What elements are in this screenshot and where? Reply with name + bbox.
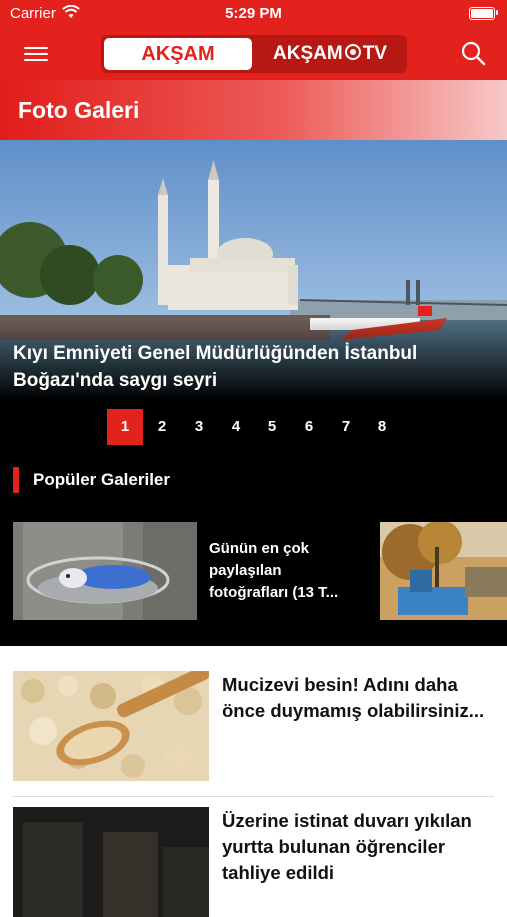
search-icon[interactable] bbox=[460, 40, 486, 66]
popular-gallery-thumb bbox=[13, 522, 197, 620]
hero-caption: Kıyı Emniyeti Genel Müdürlüğünden İstanb… bbox=[13, 343, 418, 391]
status-bar: Carrier 5:29 PM bbox=[0, 0, 507, 28]
news-list-item[interactable]: Mucizevi besin! Adını daha önce duymamış… bbox=[0, 648, 507, 781]
popular-gallery-card[interactable]: Günün en çok paylaşılan fotoğrafları (13… bbox=[13, 522, 373, 620]
top-navbar: AKŞAM AKŞAM TV bbox=[0, 28, 507, 80]
tv-logo-icon bbox=[344, 44, 361, 60]
aksam-tv-label: AKŞAM bbox=[273, 43, 343, 64]
clock: 5:29 PM bbox=[225, 5, 282, 22]
tv-label: TV bbox=[362, 43, 387, 64]
page-title: Foto Galeri bbox=[18, 97, 140, 123]
menu-icon[interactable] bbox=[24, 43, 48, 63]
hero-slide[interactable]: Kıyı Emniyeti Genel Müdürlüğünden İstanb… bbox=[0, 140, 507, 400]
page-8-button[interactable]: 8 bbox=[364, 409, 400, 445]
popular-galleries-label: Popüler Galeriler bbox=[33, 470, 170, 489]
section-header: Foto Galeri bbox=[0, 80, 507, 140]
page-3-button[interactable]: 3 bbox=[181, 409, 217, 445]
battery-icon bbox=[469, 7, 495, 20]
page-4-button[interactable]: 4 bbox=[218, 409, 254, 445]
news-thumb bbox=[13, 807, 209, 917]
page-2-button[interactable]: 2 bbox=[144, 409, 180, 445]
heading-accent-bar bbox=[13, 467, 19, 493]
page-7-button[interactable]: 7 bbox=[328, 409, 364, 445]
page-1-button[interactable]: 1 bbox=[107, 409, 143, 445]
channel-switcher: AKŞAM AKŞAM TV bbox=[101, 35, 407, 73]
news-title: Üzerine istinat duvarı yıkılan yurtta bu… bbox=[222, 810, 472, 883]
aksam-tv-tab[interactable]: AKŞAM TV bbox=[256, 38, 404, 70]
popular-gallery-card[interactable] bbox=[380, 522, 507, 620]
news-list-item[interactable]: Üzerine istinat duvarı yıkılan yurtta bu… bbox=[0, 784, 507, 917]
aksam-tab[interactable]: AKŞAM bbox=[104, 38, 252, 70]
page-5-button[interactable]: 5 bbox=[254, 409, 290, 445]
news-title: Mucizevi besin! Adını daha önce duymamış… bbox=[222, 674, 485, 721]
photo-gallery-panel: Kıyı Emniyeti Genel Müdürlüğünden İstanb… bbox=[0, 140, 507, 646]
popular-gallery-title: Günün en çok paylaşılan fotoğrafları (13… bbox=[209, 540, 339, 601]
news-thumb bbox=[13, 671, 209, 781]
page-6-button[interactable]: 6 bbox=[291, 409, 327, 445]
popular-gallery-thumb bbox=[380, 522, 507, 620]
